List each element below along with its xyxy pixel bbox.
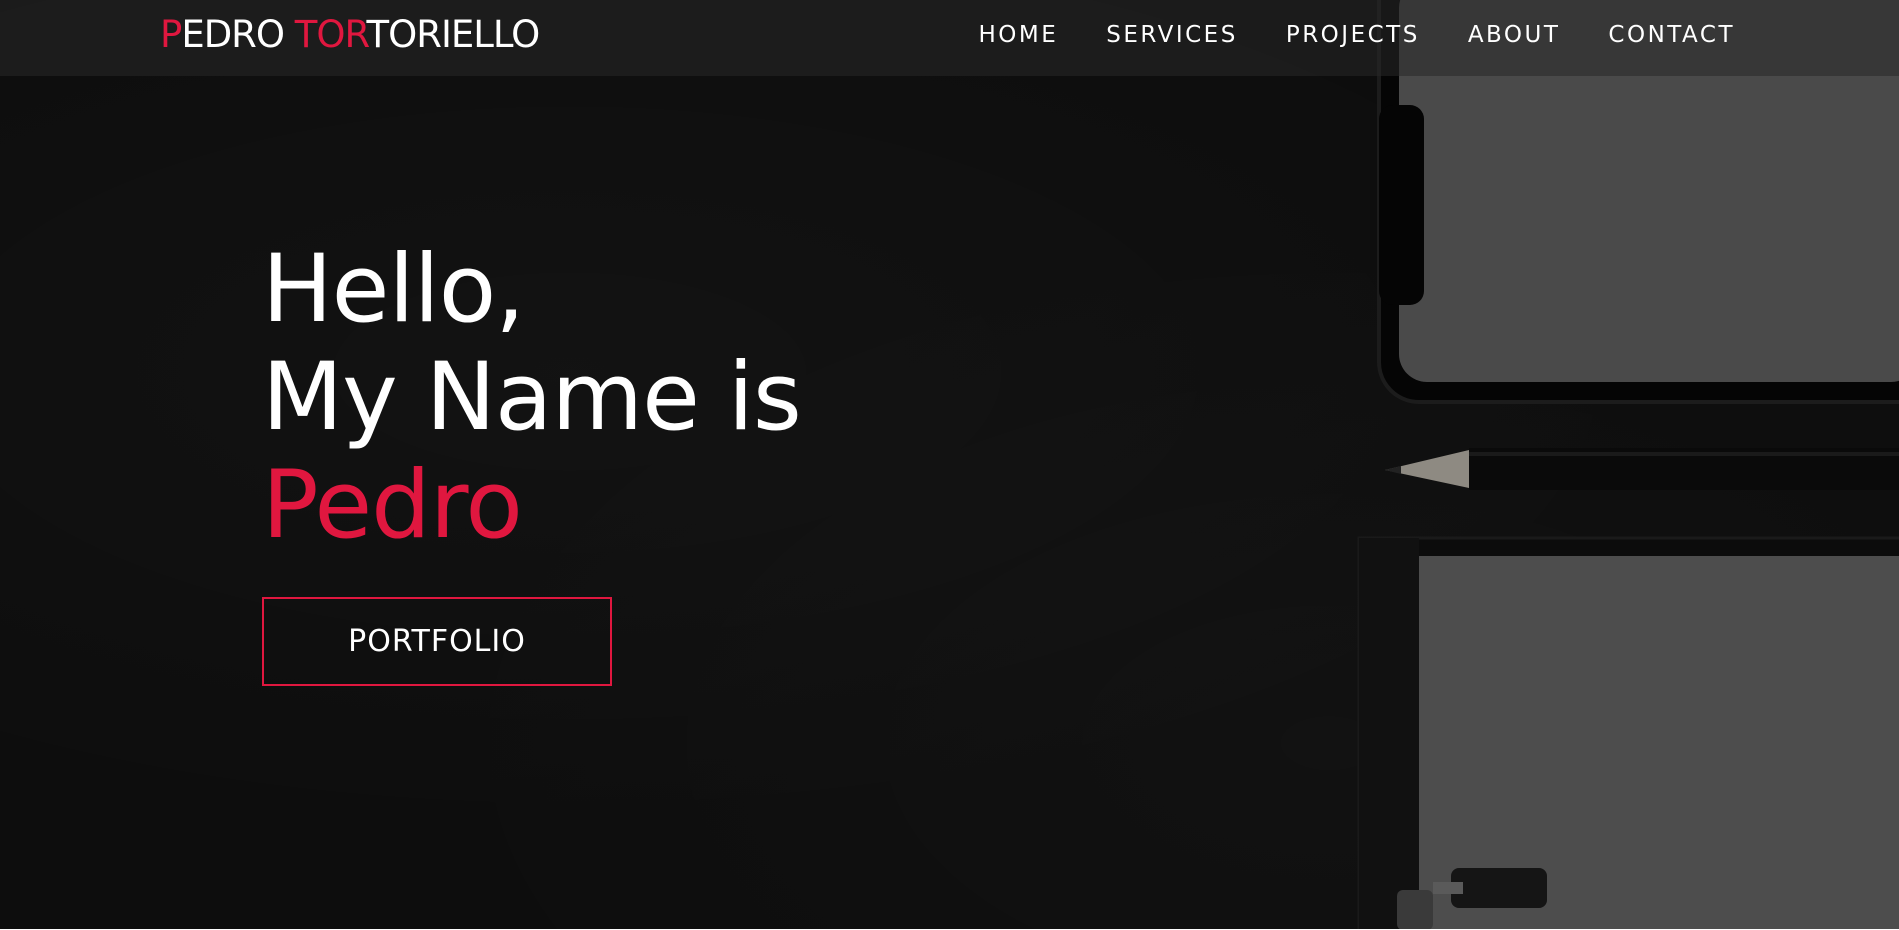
nav-link-home[interactable]: HOME <box>978 22 1058 48</box>
hero-name: Pedro <box>262 451 523 560</box>
logo-text-edro: EDRO <box>181 13 295 56</box>
pencil-image <box>1385 448 1899 490</box>
notebook-image <box>1357 536 1899 929</box>
nav-menu: HOME SERVICES PROJECTS ABOUT CONTACT <box>930 22 1735 48</box>
logo-text-toriello: TORIELLO <box>366 13 541 56</box>
portfolio-button[interactable]: PORTFOLIO <box>262 597 612 686</box>
top-navbar: PEDRO TORTORIELLO HOME SERVICES PROJECTS… <box>0 0 1899 76</box>
logo-accent-tor: TOR <box>294 13 368 56</box>
hero-section: PEDRO TORTORIELLO HOME SERVICES PROJECTS… <box>0 0 1899 929</box>
nav-link-about[interactable]: ABOUT <box>1468 22 1561 48</box>
hero-heading: Hello, My Name is Pedro <box>262 235 802 560</box>
desk-objects-photo <box>1357 0 1899 929</box>
nav-link-projects[interactable]: PROJECTS <box>1286 22 1420 48</box>
nav-link-contact[interactable]: CONTACT <box>1608 22 1735 48</box>
site-logo[interactable]: PEDRO TORTORIELLO <box>160 13 541 56</box>
nav-link-services[interactable]: SERVICES <box>1106 22 1238 48</box>
logo-accent-p: P <box>160 13 182 56</box>
hero-greeting: Hello, <box>262 235 525 344</box>
hero-intro: My Name is <box>262 343 802 452</box>
